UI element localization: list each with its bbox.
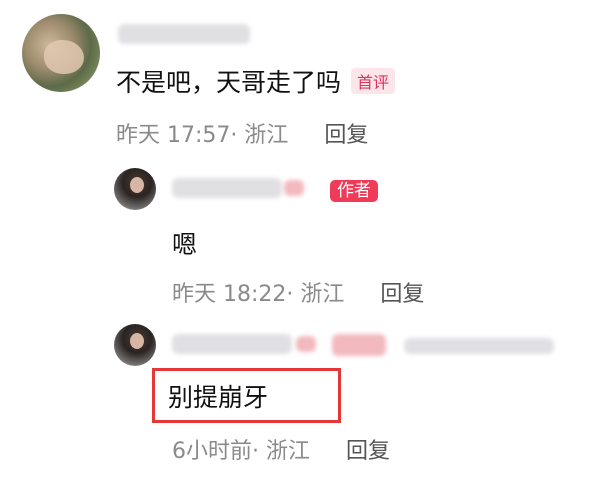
reply-1-reply-button[interactable]: 回复: [380, 276, 424, 308]
reply-2-target-blurred: [404, 338, 554, 354]
reply-1-location: · 浙江: [286, 282, 345, 307]
reply-1-text: 嗯: [172, 230, 198, 259]
author-tag-wrap: 作者: [330, 176, 378, 202]
author-avatar[interactable]: [114, 168, 156, 210]
reply-1-time: 昨天 18:22: [172, 282, 287, 307]
comment-time: 昨天 17:57: [116, 123, 231, 148]
reply-2-meta: 6小时前 · 浙江 回复: [172, 433, 390, 465]
username-blurred[interactable]: [118, 24, 250, 44]
highlight-box: [152, 368, 341, 423]
author-badge-blurred: [284, 180, 304, 196]
top-comment-meta: 昨天 17:57 · 浙江 回复: [116, 117, 368, 149]
reply-button[interactable]: 回复: [324, 117, 368, 149]
author-name-blurred[interactable]: [172, 178, 282, 198]
reply-2-name-blurred[interactable]: [172, 334, 292, 354]
reply-2-reply-button[interactable]: 回复: [346, 433, 390, 465]
reply-1-meta: 昨天 18:22 · 浙江 回复: [172, 276, 424, 308]
top-comment-text: 不是吧，天哥走了吗: [116, 68, 342, 97]
reply-2-badge-blurred: [296, 336, 316, 352]
comment-location: · 浙江: [230, 123, 289, 148]
reply-2-location: · 浙江: [252, 439, 310, 464]
reply-2-time: 6小时前: [172, 439, 252, 464]
author-badge: 作者: [330, 180, 378, 202]
reply-2-tag-blurred: [332, 334, 386, 356]
top-comment-row: 不是吧，天哥走了吗 首评: [116, 63, 396, 99]
commenter-avatar[interactable]: [22, 14, 100, 92]
reply-2-avatar[interactable]: [114, 324, 156, 366]
first-comment-badge: 首评: [351, 68, 396, 94]
